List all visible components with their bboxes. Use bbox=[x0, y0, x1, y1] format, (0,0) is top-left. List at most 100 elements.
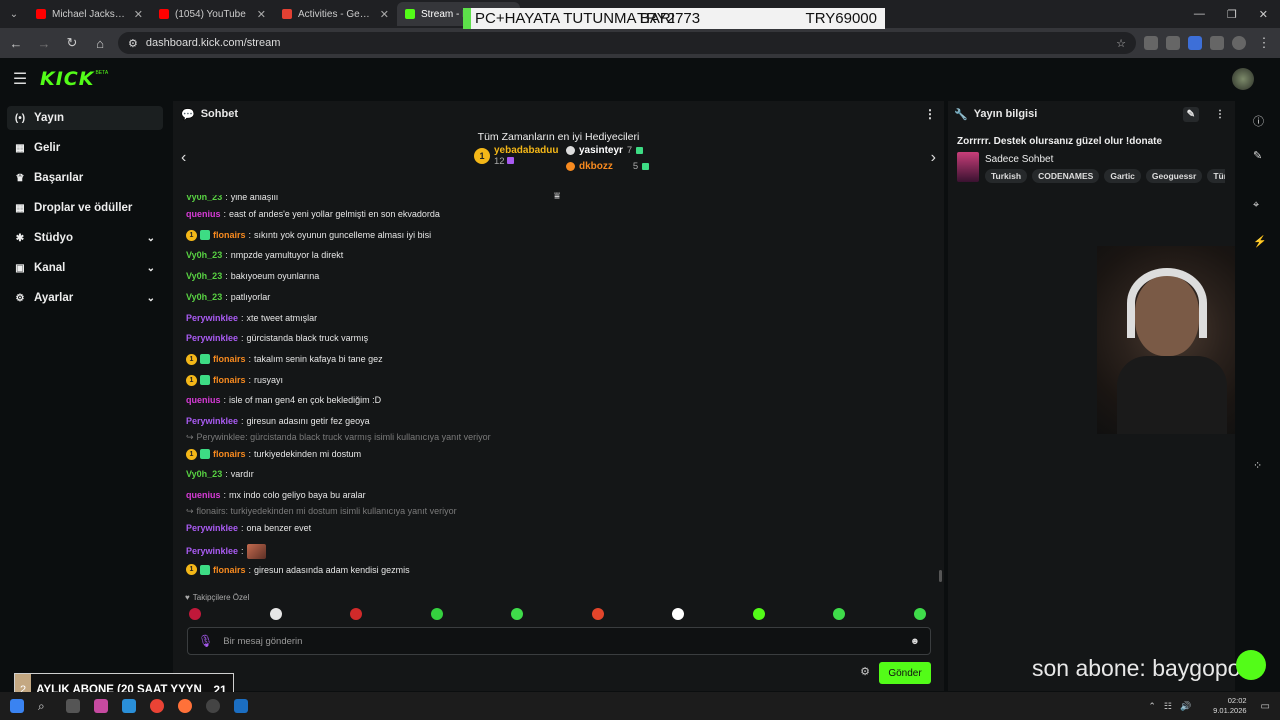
chevron-down-icon[interactable]: ⌄ bbox=[147, 293, 155, 304]
tag-chip[interactable]: Türkçe bbox=[1207, 169, 1225, 183]
chat-username[interactable]: Perywinklee bbox=[186, 546, 238, 556]
firefox-icon[interactable] bbox=[178, 699, 192, 713]
sidebar-item-2[interactable]: ♛ Başarılar bbox=[7, 166, 163, 190]
edit-icon[interactable]: ✎ bbox=[1182, 106, 1199, 122]
chat-username[interactable]: Perywinklee bbox=[186, 416, 238, 426]
tag-chip[interactable]: Geoguessr bbox=[1145, 169, 1203, 183]
chat-options-icon[interactable]: ⋮ bbox=[924, 107, 936, 121]
pencil-icon[interactable]: ✎ bbox=[1253, 149, 1262, 162]
volume-icon[interactable]: 🔊 bbox=[1180, 701, 1191, 712]
chat-input[interactable]: 🎙 Bir mesaj gönderin ☻ bbox=[187, 627, 931, 655]
bookmark-star-icon[interactable]: ☆ bbox=[1116, 37, 1126, 50]
chrome-icon[interactable] bbox=[150, 699, 164, 713]
emote-icon[interactable] bbox=[350, 608, 363, 620]
chat-username[interactable]: flonairs bbox=[213, 354, 246, 364]
gifter-first[interactable]: 1 yebadabaduu 12 bbox=[474, 145, 558, 167]
minimize-icon[interactable]: — bbox=[1194, 8, 1205, 21]
sidebar-item-6[interactable]: ⚙ Ayarlar ⌄ bbox=[7, 286, 163, 310]
clock[interactable]: 02:02 9.01.2026 bbox=[1213, 696, 1246, 716]
notification-icon[interactable]: ▭ bbox=[1261, 701, 1270, 712]
reload-icon[interactable]: ↻ bbox=[62, 35, 82, 51]
search-icon[interactable]: ⌕ bbox=[38, 699, 52, 713]
edge-icon[interactable] bbox=[122, 699, 136, 713]
emote-icon[interactable] bbox=[591, 608, 604, 620]
gifters-prev-icon[interactable]: ‹ bbox=[181, 149, 186, 167]
shield-icon[interactable] bbox=[1166, 36, 1180, 50]
extension-icon[interactable] bbox=[1144, 36, 1158, 50]
emote-icon[interactable] bbox=[269, 608, 282, 620]
emote-icon[interactable] bbox=[430, 608, 443, 620]
emote-icon[interactable] bbox=[833, 608, 846, 620]
browser-tab[interactable]: Activities - GeoGuess ✕ bbox=[274, 2, 397, 26]
chat-username[interactable]: Perywinklee bbox=[186, 523, 238, 533]
tab-close-icon[interactable]: ✕ bbox=[380, 8, 389, 21]
chat-username[interactable]: quenius bbox=[186, 209, 221, 219]
emote-icon[interactable] bbox=[913, 608, 926, 620]
browser-tab[interactable]: (1054) YouTube ✕ bbox=[151, 2, 274, 26]
translate-icon[interactable] bbox=[1188, 36, 1202, 50]
chat-settings-icon[interactable]: ⚙ bbox=[860, 665, 870, 678]
sidebar-item-0[interactable]: (•) Yayın bbox=[7, 106, 163, 130]
tray-chevron-icon[interactable]: ⌃ bbox=[1148, 701, 1156, 712]
sidebar-item-1[interactable]: ▦ Gelir bbox=[7, 136, 163, 160]
tag-chip[interactable]: Gartic bbox=[1104, 169, 1141, 183]
menu-toggle-icon[interactable]: ☰ bbox=[0, 69, 40, 89]
browser-tab[interactable]: Michael Jackson - Th ✕ bbox=[28, 2, 151, 26]
tab-close-icon[interactable]: ✕ bbox=[134, 8, 143, 21]
task-view-icon[interactable] bbox=[66, 699, 80, 713]
chat-username[interactable]: Vy0h_23 bbox=[186, 195, 222, 202]
chat-username[interactable]: Perywinklee bbox=[186, 313, 238, 323]
app-icon[interactable] bbox=[94, 699, 108, 713]
forward-icon[interactable]: → bbox=[34, 36, 54, 51]
back-icon[interactable]: ← bbox=[6, 36, 26, 51]
chat-username[interactable]: quenius bbox=[186, 490, 221, 500]
chat-username[interactable]: Vy0h_23 bbox=[186, 292, 222, 302]
emote-icon[interactable] bbox=[189, 608, 201, 620]
puzzle-icon[interactable] bbox=[1210, 36, 1224, 50]
chat-scrollbar[interactable] bbox=[939, 570, 942, 582]
emoji-picker-icon[interactable]: ☻ bbox=[910, 636, 920, 647]
tab-list-button[interactable]: ⌄ bbox=[0, 0, 28, 28]
chevron-down-icon[interactable]: ⌄ bbox=[147, 233, 155, 244]
chat-username[interactable]: flonairs bbox=[213, 375, 246, 385]
chat-username[interactable]: flonairs bbox=[213, 230, 246, 240]
chat-username[interactable]: Perywinklee bbox=[186, 333, 238, 343]
gifter-second[interactable]: yasinteyr 7 bbox=[566, 145, 644, 156]
bolt-icon[interactable]: ⚡ bbox=[1253, 235, 1267, 248]
browser-menu-icon[interactable]: ⋮ bbox=[1254, 35, 1274, 51]
send-button[interactable]: Gönder bbox=[879, 662, 931, 684]
sidebar-item-4[interactable]: ✱ Stüdyo ⌄ bbox=[7, 226, 163, 250]
sidebar-item-3[interactable]: ▦ Droplar ve ödüller bbox=[7, 196, 163, 220]
site-info-icon[interactable]: ⚙ bbox=[128, 37, 138, 50]
info-options-icon[interactable]: ⋮ bbox=[1211, 107, 1229, 122]
chat-username[interactable]: flonairs bbox=[213, 565, 246, 575]
obs-icon[interactable] bbox=[206, 699, 220, 713]
mic-icon[interactable]: 🎙 bbox=[198, 634, 213, 648]
tag-chip[interactable]: Turkish bbox=[985, 169, 1028, 183]
start-icon[interactable] bbox=[10, 699, 24, 713]
chat-username[interactable]: Vy0h_23 bbox=[186, 271, 222, 281]
steam-icon[interactable] bbox=[234, 699, 248, 713]
url-field[interactable]: ⚙ dashboard.kick.com/stream ☆ bbox=[118, 32, 1136, 54]
user-avatar[interactable] bbox=[1232, 68, 1254, 90]
chevron-down-icon[interactable]: ⌄ bbox=[147, 263, 155, 274]
emote-icon[interactable] bbox=[672, 608, 685, 620]
tag-chip[interactable]: CODENAMES bbox=[1032, 169, 1100, 183]
close-window-icon[interactable]: ✕ bbox=[1259, 8, 1268, 21]
emote-icon[interactable] bbox=[511, 608, 524, 620]
network-icon[interactable]: ☷ bbox=[1164, 701, 1172, 712]
maximize-icon[interactable]: ❐ bbox=[1227, 8, 1237, 21]
profile-icon[interactable] bbox=[1232, 36, 1246, 50]
home-icon[interactable]: ⌂ bbox=[90, 36, 110, 51]
tab-close-icon[interactable]: ✕ bbox=[257, 8, 266, 21]
chat-username[interactable]: flonairs bbox=[213, 449, 246, 459]
gifters-next-icon[interactable]: › bbox=[931, 149, 936, 167]
chat-username[interactable]: Vy0h_23 bbox=[186, 469, 222, 479]
chat-username[interactable]: Vy0h_23 bbox=[186, 250, 222, 260]
kick-logo[interactable]: KICK bbox=[40, 68, 94, 90]
emote-icon[interactable] bbox=[752, 608, 765, 620]
info-icon[interactable]: ⓘ bbox=[1253, 113, 1264, 129]
focus-icon[interactable]: ⌖ bbox=[1253, 199, 1259, 212]
sidebar-item-5[interactable]: ▣ Kanal ⌄ bbox=[7, 256, 163, 280]
gifter-third[interactable]: dkbozz 5 bbox=[566, 161, 650, 172]
